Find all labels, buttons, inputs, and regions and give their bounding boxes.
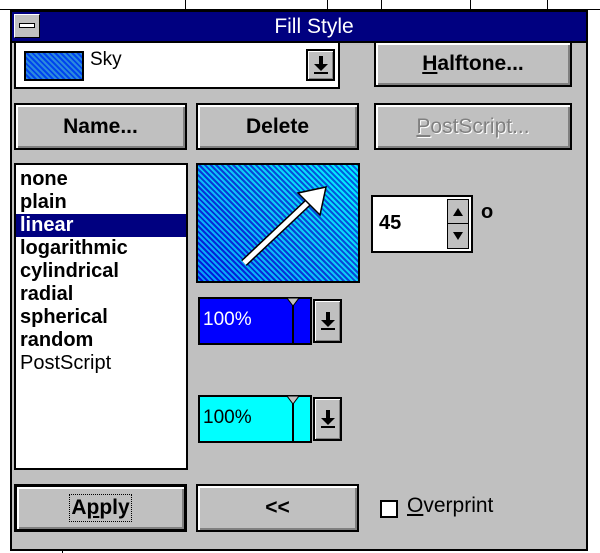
name-button[interactable]: Name...	[14, 103, 187, 150]
overprint-accel: O	[407, 494, 424, 517]
angle-spin-buttons[interactable]	[447, 199, 469, 249]
start-color-picker[interactable]: 100%	[198, 297, 312, 345]
window-title: Fill Style	[274, 15, 354, 38]
angle-down-button[interactable]	[448, 224, 468, 248]
halftone-accel: H	[422, 52, 438, 75]
fill-style-combo[interactable]: Sky	[14, 41, 340, 89]
start-color-percent: 100%	[203, 309, 252, 330]
overprint-label: verprint	[423, 494, 494, 517]
apply-focus: Apply	[69, 494, 132, 522]
doc-line	[327, 0, 328, 10]
collapse-label: <<	[265, 496, 290, 519]
dropdown-arrow-icon	[313, 56, 328, 74]
dropdown-arrow-icon	[320, 410, 335, 428]
fill-style-dropdown-button[interactable]	[306, 49, 335, 81]
halftone-button[interactable]: Halftone...	[374, 41, 572, 87]
list-item-cylindrical[interactable]: cylindrical	[16, 260, 186, 283]
list-item-spherical[interactable]: spherical	[16, 306, 186, 329]
down-triangle-icon	[453, 232, 463, 240]
angle-spinbox[interactable]: 45	[371, 195, 473, 253]
doc-line	[185, 0, 186, 10]
list-item-logarithmic[interactable]: logarithmic	[16, 237, 186, 260]
end-color-percent: 100%	[203, 407, 252, 428]
doc-line	[547, 0, 548, 10]
list-item-postscript[interactable]: PostScript	[16, 352, 186, 375]
fill-swatch	[24, 51, 84, 81]
fill-style-value: Sky	[90, 49, 122, 70]
apply-button[interactable]: Apply	[14, 484, 187, 532]
end-color-picker[interactable]: 100%	[198, 395, 312, 443]
postscript-accel: P	[416, 114, 431, 138]
overprint-label-wrap[interactable]: Overprint	[407, 494, 493, 518]
marker-handle-icon	[286, 395, 300, 405]
list-item-linear[interactable]: linear	[16, 214, 186, 237]
marker-handle-icon	[286, 297, 300, 307]
angle-up-button[interactable]	[448, 200, 468, 224]
list-item-radial[interactable]: radial	[16, 283, 186, 306]
diagonal-arrow-icon	[241, 186, 327, 266]
start-color-dropdown-button[interactable]	[313, 299, 342, 343]
up-triangle-icon	[453, 207, 463, 216]
fill-style-dialog: Fill Style Sky Halftone... Name... Delet…	[10, 10, 588, 551]
list-item-plain[interactable]: plain	[16, 191, 186, 214]
postscript-button[interactable]: PostScript...	[374, 103, 572, 150]
postscript-label: ostScript...	[430, 114, 530, 138]
list-item-none[interactable]: none	[16, 168, 186, 191]
dropdown-arrow-icon	[320, 312, 335, 330]
doc-line	[470, 0, 471, 10]
angle-value: 45	[379, 212, 402, 234]
apply-prefix: A	[71, 496, 87, 519]
halftone-label: alftone...	[437, 52, 524, 75]
fill-preview[interactable]	[196, 163, 360, 283]
name-label: Name...	[63, 114, 138, 138]
collapse-button[interactable]: <<	[196, 484, 359, 532]
title-bar[interactable]: Fill Style	[12, 12, 586, 43]
doc-line	[381, 0, 382, 10]
end-color-dropdown-button[interactable]	[313, 397, 342, 441]
apply-label: ply	[99, 496, 130, 519]
delete-button[interactable]: Delete	[196, 103, 359, 150]
apply-accel: p	[86, 496, 100, 519]
delete-label: Delete	[245, 114, 310, 138]
fill-type-list[interactable]: none plain linear logarithmic cylindrica…	[14, 163, 188, 470]
angle-unit: o	[481, 201, 494, 223]
overprint-checkbox[interactable]	[380, 500, 398, 518]
list-item-random[interactable]: random	[16, 329, 186, 352]
